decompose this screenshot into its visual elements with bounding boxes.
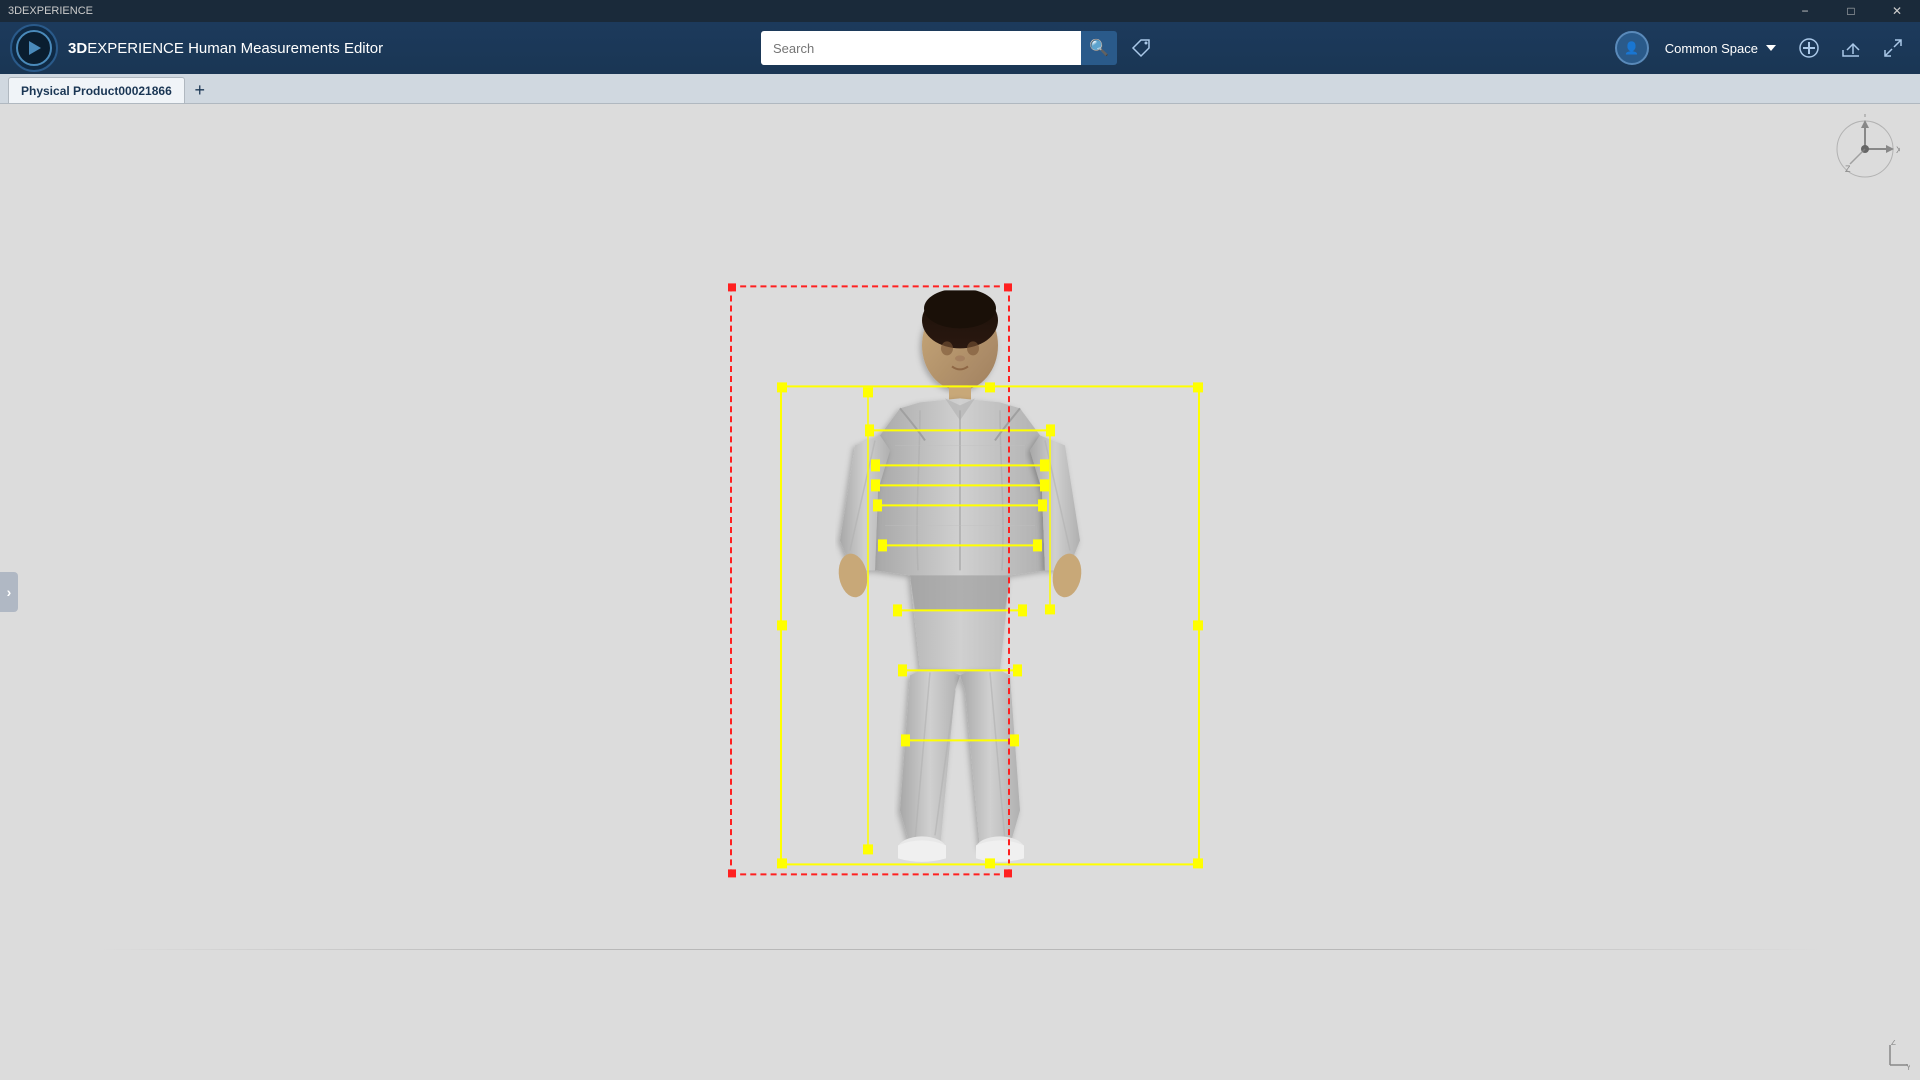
add-icon <box>1799 38 1819 58</box>
play-circle <box>16 30 52 66</box>
common-space-button[interactable]: Common Space <box>1657 37 1784 60</box>
tag-icon <box>1130 37 1152 59</box>
tag-button[interactable] <box>1123 31 1159 65</box>
svg-text:Z: Z <box>1845 164 1851 174</box>
app-logo[interactable] <box>10 24 58 72</box>
title-bar-text: 3DEXPERIENCE <box>8 5 93 17</box>
common-space-label: Common Space <box>1665 41 1758 56</box>
user-avatar[interactable]: 👤 <box>1615 31 1649 65</box>
svg-text:Y: Y <box>1862 114 1868 119</box>
app-name-bold: 3D <box>68 40 87 57</box>
maximize-button[interactable]: □ <box>1828 0 1874 22</box>
sidebar-collapse-button[interactable]: › <box>0 572 18 612</box>
title-bar-controls: − □ ✕ <box>1782 0 1920 22</box>
user-initials: 👤 <box>1624 41 1639 55</box>
search-input[interactable] <box>761 31 1081 65</box>
search-container: 🔍 <box>761 31 1159 65</box>
svg-text:Y: Y <box>1906 1063 1910 1070</box>
svg-text:X: X <box>1896 145 1900 155</box>
tab-physical-product[interactable]: Physical Product00021866 <box>8 77 185 103</box>
right-toolbar: 👤 Common Space <box>1615 31 1910 65</box>
axis-indicator-svg: Z Y <box>1870 1040 1910 1070</box>
close-button[interactable]: ✕ <box>1874 0 1920 22</box>
figure-container <box>810 290 1110 870</box>
play-icon <box>29 41 41 55</box>
app-subtitle: Human Measurements Editor <box>188 40 383 57</box>
search-button[interactable]: 🔍 <box>1081 31 1117 65</box>
add-button[interactable] <box>1792 31 1826 65</box>
chevron-down-icon <box>1766 45 1776 51</box>
expand-icon <box>1883 38 1903 58</box>
floor-line <box>0 949 1920 950</box>
share-icon <box>1841 38 1861 58</box>
svg-text:Z: Z <box>1891 1040 1896 1047</box>
tab-bar: Physical Product00021866 + <box>0 74 1920 104</box>
share-button[interactable] <box>1834 31 1868 65</box>
compass: Y X Z <box>1830 114 1900 184</box>
compass-svg: Y X Z <box>1830 114 1900 184</box>
search-icon: 🔍 <box>1089 38 1109 58</box>
axis-indicator: Z Y <box>1870 1040 1910 1070</box>
human-figure-svg <box>810 290 1110 870</box>
tab-add-icon: + <box>195 80 206 101</box>
viewport[interactable]: › <box>0 104 1920 1080</box>
title-bar: 3DEXPERIENCE − □ ✕ <box>0 0 1920 22</box>
app-name-experience: EXPERIENCE <box>87 40 184 57</box>
sidebar-arrow-icon: › <box>7 584 12 600</box>
tab-label: Physical Product00021866 <box>21 84 172 98</box>
tab-add-button[interactable]: + <box>187 77 213 103</box>
expand-button[interactable] <box>1876 31 1910 65</box>
minimize-button[interactable]: − <box>1782 0 1828 22</box>
app-title: 3DEXPERIENCE Human Measurements Editor <box>68 40 383 57</box>
main-toolbar: 3DEXPERIENCE Human Measurements Editor 🔍… <box>0 22 1920 74</box>
